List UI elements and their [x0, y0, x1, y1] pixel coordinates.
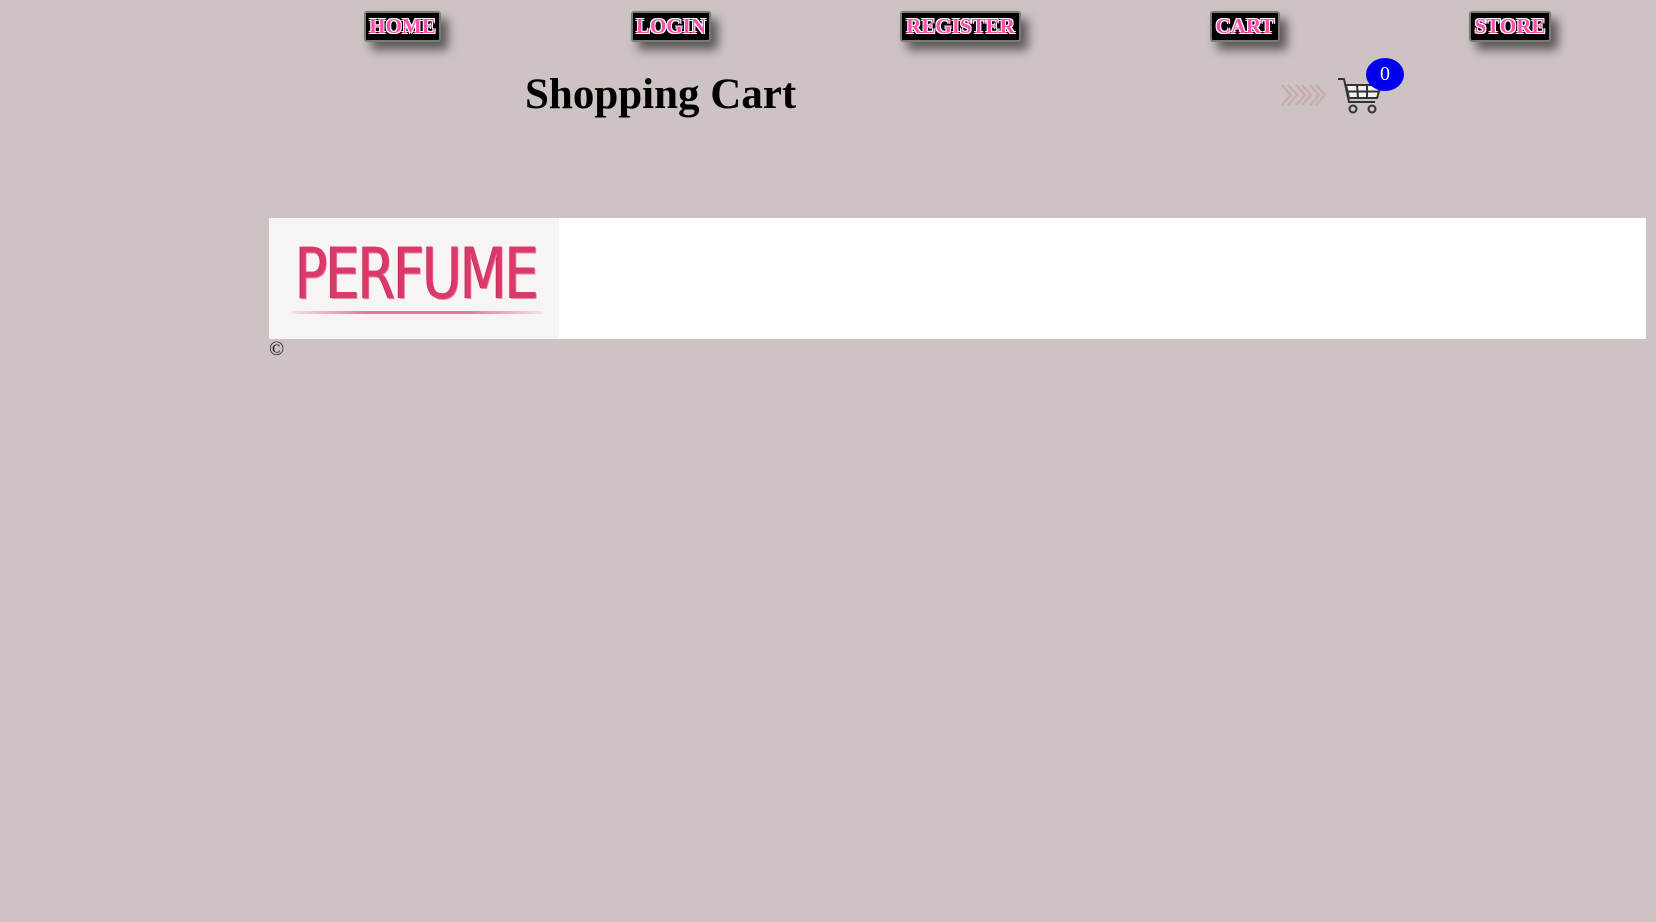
page-title: Shopping Cart: [525, 71, 797, 118]
nav-home-button[interactable]: HOME: [364, 11, 441, 42]
logo-underline: [291, 311, 543, 314]
page: HOME LOGIN REGISTER CART STORE Shopping …: [0, 0, 1656, 922]
nav-register-button[interactable]: REGISTER: [900, 11, 1021, 42]
logo-text: PERFUME: [295, 233, 539, 315]
perfume-logo[interactable]: PERFUME: [269, 218, 559, 339]
banner: PERFUME: [269, 218, 1646, 339]
nav-store-button[interactable]: STORE: [1469, 11, 1551, 42]
nav-cart-button[interactable]: CART: [1210, 11, 1280, 42]
copyright-text: ©: [269, 338, 285, 360]
nav-login-button[interactable]: LOGIN: [631, 11, 711, 42]
chevrons-right-icon: [1280, 80, 1327, 110]
cart-count-badge: 0: [1366, 58, 1404, 91]
